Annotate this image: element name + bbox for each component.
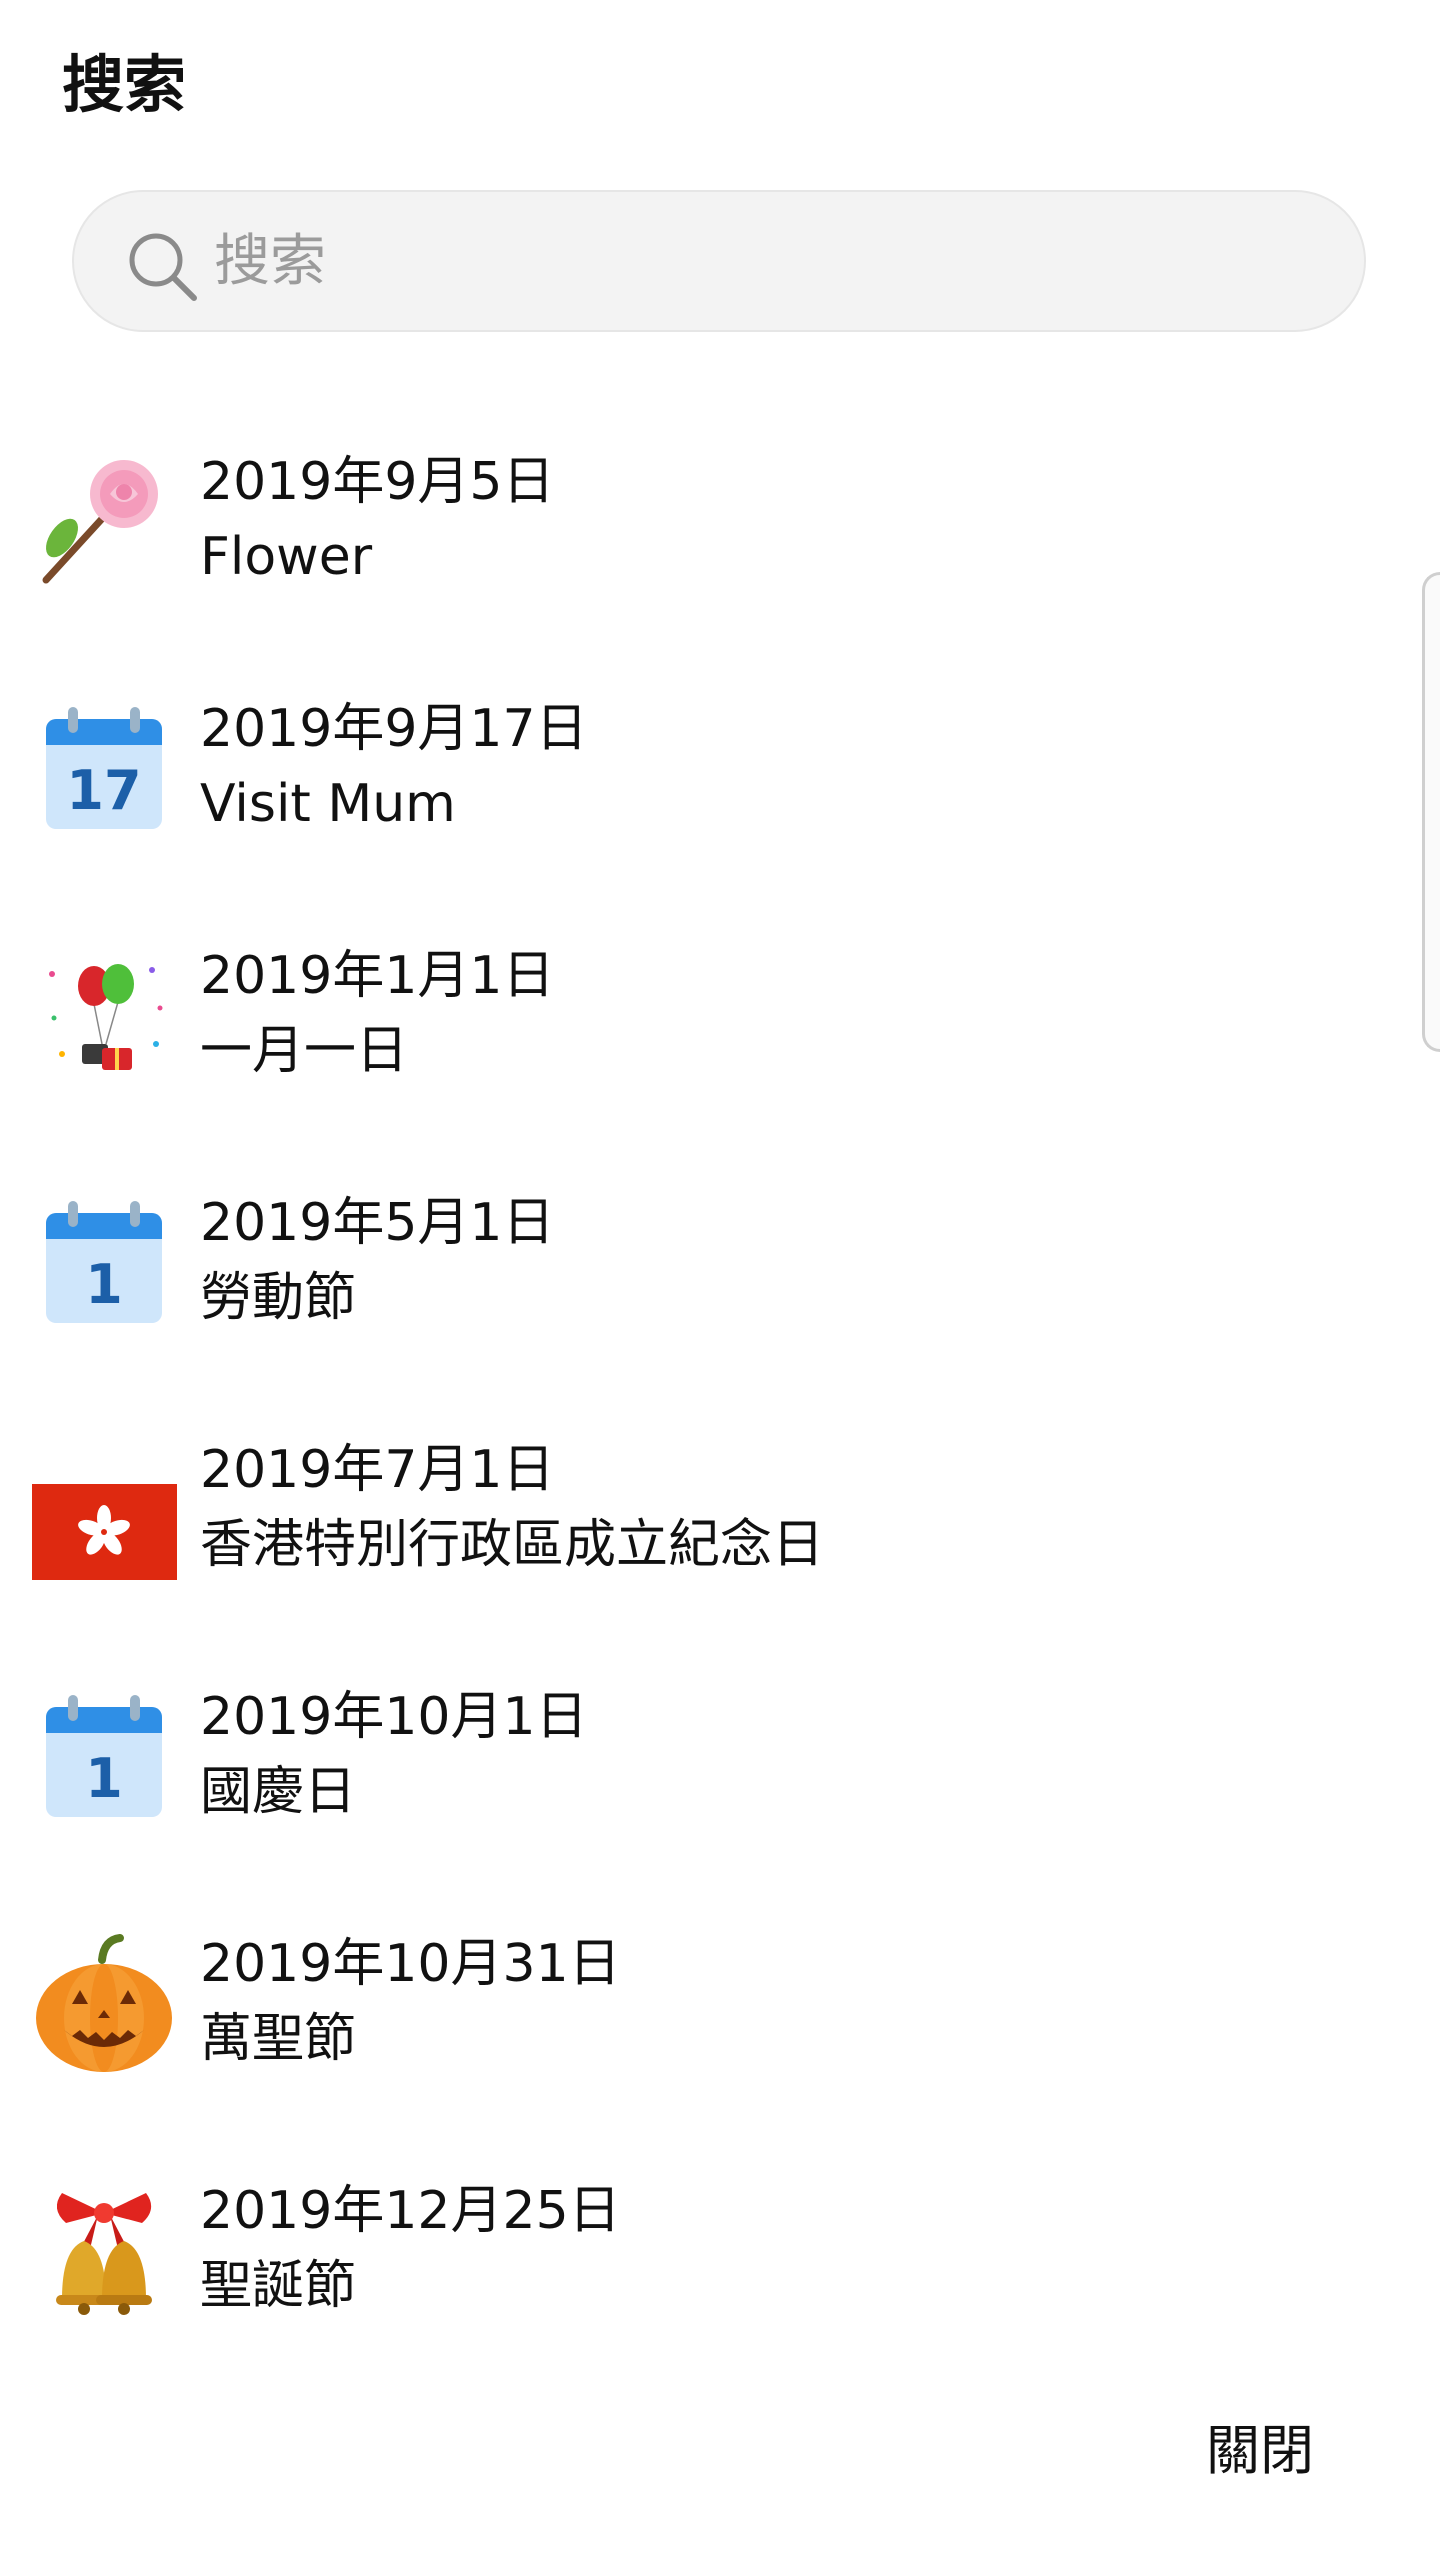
event-date: 2019年10月31日 bbox=[200, 1934, 621, 1994]
close-button[interactable]: 關閉 bbox=[1180, 2400, 1340, 2490]
event-date: 2019年10月1日 bbox=[200, 1687, 588, 1747]
calendar-icon: 1 bbox=[32, 1685, 177, 1830]
result-list: 2019年9月5日 Flower 17 2019年9月17日 Visit Mum bbox=[0, 400, 1440, 2376]
search-screen: 搜索 2019年9月5日 Flower bbox=[0, 0, 1440, 2560]
search-icon bbox=[122, 226, 202, 306]
search-box[interactable] bbox=[72, 190, 1366, 332]
search-input[interactable] bbox=[214, 192, 1314, 330]
calendar-icon: 1 bbox=[32, 1191, 177, 1336]
christmas-bells-icon bbox=[32, 2179, 177, 2324]
calendar-day-number: 1 bbox=[85, 1253, 123, 1316]
event-name: Flower bbox=[200, 527, 373, 587]
event-name: Visit Mum bbox=[200, 774, 456, 834]
list-item[interactable]: 2019年12月25日 聖誕節 bbox=[0, 2129, 1440, 2376]
rose-icon bbox=[32, 450, 177, 595]
event-date: 2019年9月17日 bbox=[200, 699, 588, 759]
event-name: 聖誕節 bbox=[200, 2256, 357, 2316]
event-name: 一月一日 bbox=[200, 1021, 409, 1081]
event-name: 國慶日 bbox=[200, 1762, 357, 1822]
event-name: 萬聖節 bbox=[200, 2009, 357, 2069]
list-item[interactable]: 1 2019年10月1日 國慶日 bbox=[0, 1635, 1440, 1882]
list-item[interactable]: 1 2019年5月1日 勞動節 bbox=[0, 1141, 1440, 1388]
list-item[interactable]: 2019年1月1日 一月一日 bbox=[0, 894, 1440, 1141]
list-item[interactable]: 17 2019年9月17日 Visit Mum bbox=[0, 647, 1440, 894]
list-item[interactable]: 2019年10月31日 萬聖節 bbox=[0, 1882, 1440, 2129]
event-date: 2019年5月1日 bbox=[200, 1193, 555, 1253]
event-date: 2019年9月5日 bbox=[200, 452, 555, 512]
scroll-handle[interactable] bbox=[1422, 572, 1440, 1052]
page-title: 搜索 bbox=[62, 48, 187, 121]
event-date: 2019年1月1日 bbox=[200, 946, 555, 1006]
event-date: 2019年12月25日 bbox=[200, 2181, 621, 2241]
calendar-icon: 17 bbox=[32, 697, 177, 842]
list-item[interactable]: 2019年9月5日 Flower bbox=[0, 400, 1440, 647]
list-item[interactable]: 2019年7月1日 香港特別行政區成立紀念日 bbox=[0, 1388, 1440, 1635]
balloons-celebration-icon bbox=[32, 944, 177, 1089]
event-name: 勞動節 bbox=[200, 1268, 357, 1328]
calendar-day-number: 17 bbox=[66, 759, 141, 822]
hong-kong-flag-icon bbox=[32, 1438, 177, 1583]
event-name: 香港特別行政區成立紀念日 bbox=[200, 1515, 825, 1575]
pumpkin-icon bbox=[32, 1932, 177, 2077]
calendar-day-number: 1 bbox=[85, 1747, 123, 1810]
event-date: 2019年7月1日 bbox=[200, 1440, 555, 1500]
